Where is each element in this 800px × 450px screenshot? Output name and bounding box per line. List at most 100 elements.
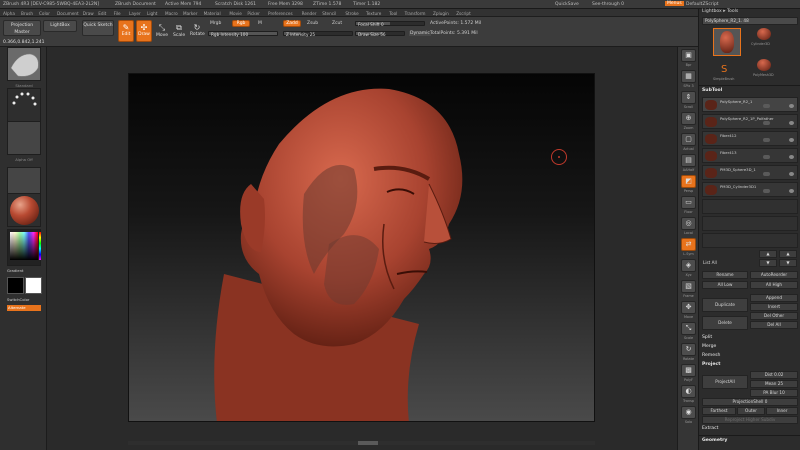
subtool-row[interactable]: PM3D_Sphere3D_1 xyxy=(702,165,798,180)
subtool-toggle[interactable] xyxy=(763,104,770,108)
zoom-button[interactable]: ⊕ xyxy=(681,112,696,125)
tool-thumb-polymesh[interactable] xyxy=(757,59,771,71)
scale-button[interactable]: ⤡ xyxy=(681,322,696,335)
aahalf-button[interactable]: ▤ xyxy=(681,154,696,167)
document-viewport[interactable] xyxy=(128,73,595,422)
focal-shift-slider[interactable]: Focal Shift 0 xyxy=(355,21,425,27)
extract-section[interactable]: Extract xyxy=(702,426,798,431)
outer-button[interactable]: Outer xyxy=(737,407,765,415)
draw-size-slider[interactable]: Draw Size 56 xyxy=(355,31,405,37)
visibility-eye-icon[interactable] xyxy=(789,104,794,108)
menu-file[interactable]: File xyxy=(114,11,121,16)
menus-button[interactable]: Menus xyxy=(665,1,684,6)
menu-macro[interactable]: Macro xyxy=(165,11,178,16)
subtool-row[interactable]: PolySphere_R2_1P_Polfather xyxy=(702,114,798,129)
color-picker[interactable] xyxy=(7,229,41,266)
remesh-section[interactable]: Remesh xyxy=(702,353,798,358)
scale-button[interactable]: ⧉ Scale xyxy=(172,20,186,42)
xyz-button[interactable]: ◈ xyxy=(681,259,696,272)
split-section[interactable]: Split xyxy=(702,335,798,340)
alpha-thumbnail[interactable] xyxy=(7,121,41,155)
bpr-button[interactable]: ▣ xyxy=(681,49,696,62)
menu-edit[interactable]: Edit xyxy=(98,11,106,16)
edit-button[interactable]: ✎ Edit xyxy=(118,20,134,42)
subtool-toggle[interactable] xyxy=(763,121,770,125)
rotate-button[interactable]: ↻ Rotate xyxy=(189,20,205,42)
menu-picker[interactable]: Picker xyxy=(247,11,259,16)
move-button[interactable]: ✥ xyxy=(681,301,696,314)
menu-preferences[interactable]: Preferences xyxy=(268,11,293,16)
current-tool-selector[interactable]: PolySphere_R2_1. 48 xyxy=(702,17,798,25)
all-low-button[interactable]: All Low xyxy=(702,281,748,289)
arrow-down-button[interactable]: ▼ xyxy=(759,259,777,267)
menu-light[interactable]: Light xyxy=(147,11,157,16)
menu-layer[interactable]: Layer xyxy=(129,11,141,16)
stroke-thumbnail[interactable] xyxy=(7,88,41,122)
menu-texture[interactable]: Texture xyxy=(366,11,381,16)
color-gradient-square[interactable] xyxy=(10,232,38,260)
see-through-slider[interactable]: See-through 0 xyxy=(592,2,624,7)
mean-slider[interactable]: Mean 25 xyxy=(750,380,798,388)
solo-button[interactable]: ◉ xyxy=(681,406,696,419)
spix-3-button[interactable]: ▦ xyxy=(681,70,696,83)
dist-slider[interactable]: Dist 0.02 xyxy=(750,371,798,379)
del-other-button[interactable]: Del Other xyxy=(750,312,798,320)
autoreorder-button[interactable]: AutoReorder xyxy=(750,271,798,279)
menu-material[interactable]: Material xyxy=(204,11,221,16)
gradient-label[interactable]: Gradient xyxy=(7,268,47,273)
menu-zscript[interactable]: Zscript xyxy=(456,11,471,16)
menu-stencil[interactable]: Stencil xyxy=(322,11,336,16)
visibility-eye-icon[interactable] xyxy=(789,121,794,125)
rgb-intensity-slider[interactable]: Rgb Intensity 100 xyxy=(208,31,278,37)
polyf-button[interactable]: ▩ xyxy=(681,364,696,377)
move-button[interactable]: ⤡ Move xyxy=(155,20,169,42)
m-toggle[interactable]: M xyxy=(258,21,262,26)
merge-section[interactable]: Merge xyxy=(702,344,798,349)
menu-draw[interactable]: Draw xyxy=(83,11,94,16)
lightbox-button[interactable]: LightBox xyxy=(43,20,77,32)
delete-button[interactable]: Delete xyxy=(702,316,748,330)
projection-shell-slider[interactable]: ProjectionShell 0 xyxy=(702,398,798,406)
material-thumbnail[interactable] xyxy=(7,193,41,227)
project-section[interactable]: Project xyxy=(702,362,798,367)
menu-color[interactable]: Color xyxy=(39,11,50,16)
hue-strip[interactable] xyxy=(39,232,41,260)
zadd-toggle[interactable]: Zadd xyxy=(283,20,301,27)
farthest-button[interactable]: Farthest xyxy=(702,407,736,415)
scrollbar-thumb[interactable] xyxy=(358,441,378,445)
reproject-higher-subdiv-button[interactable]: Reproject Higher Subdiv xyxy=(702,416,798,424)
actual-button[interactable]: ▢ xyxy=(681,133,696,146)
subtool-toggle[interactable] xyxy=(763,172,770,176)
rgb-toggle[interactable]: Rgb xyxy=(232,20,250,27)
move-down-button[interactable]: ▲ xyxy=(779,250,797,258)
pa-blur-slider[interactable]: PA Blur 10 xyxy=(750,389,798,397)
mrgb-toggle[interactable]: Mrgb xyxy=(210,21,221,26)
quicksave-button[interactable]: QuickSave xyxy=(555,2,579,7)
tool-thumb-cylinder[interactable] xyxy=(757,28,771,40)
menu-alpha[interactable]: Alpha xyxy=(3,11,15,16)
duplicate-button[interactable]: Duplicate xyxy=(702,298,748,312)
dynamic-button[interactable]: Dynamic xyxy=(409,31,431,36)
inner-button[interactable]: Inner xyxy=(766,407,798,415)
all-high-button[interactable]: All High xyxy=(750,281,798,289)
insert-button[interactable]: Insert xyxy=(750,303,798,311)
del-all-button[interactable]: Del All xyxy=(750,321,798,329)
subtool-toggle[interactable] xyxy=(763,189,770,193)
floor-button[interactable]: ▭ xyxy=(681,196,696,209)
subtool-toggle[interactable] xyxy=(763,155,770,159)
menu-document[interactable]: Document xyxy=(57,11,79,16)
projection-master-button[interactable]: Projection Master xyxy=(3,20,41,36)
arrow-down-2-button[interactable]: ▼ xyxy=(779,259,797,267)
subtool-row[interactable]: PolySphere_R2_1 xyxy=(702,97,798,112)
menu-zplugin[interactable]: Zplugin xyxy=(433,11,449,16)
brush-thumbnail[interactable] xyxy=(7,47,41,81)
tool-thumb-polysphere[interactable] xyxy=(713,28,741,56)
visibility-eye-icon[interactable] xyxy=(789,189,794,193)
append-button[interactable]: Append xyxy=(750,294,798,302)
draw-button[interactable]: ✣ Draw xyxy=(136,20,152,42)
menu-movie[interactable]: Movie xyxy=(229,11,241,16)
visibility-eye-icon[interactable] xyxy=(789,172,794,176)
subtool-row[interactable]: Fiber413 xyxy=(702,148,798,163)
frame-button[interactable]: ▧ xyxy=(681,280,696,293)
zsub-toggle[interactable]: Zsub xyxy=(307,21,318,26)
